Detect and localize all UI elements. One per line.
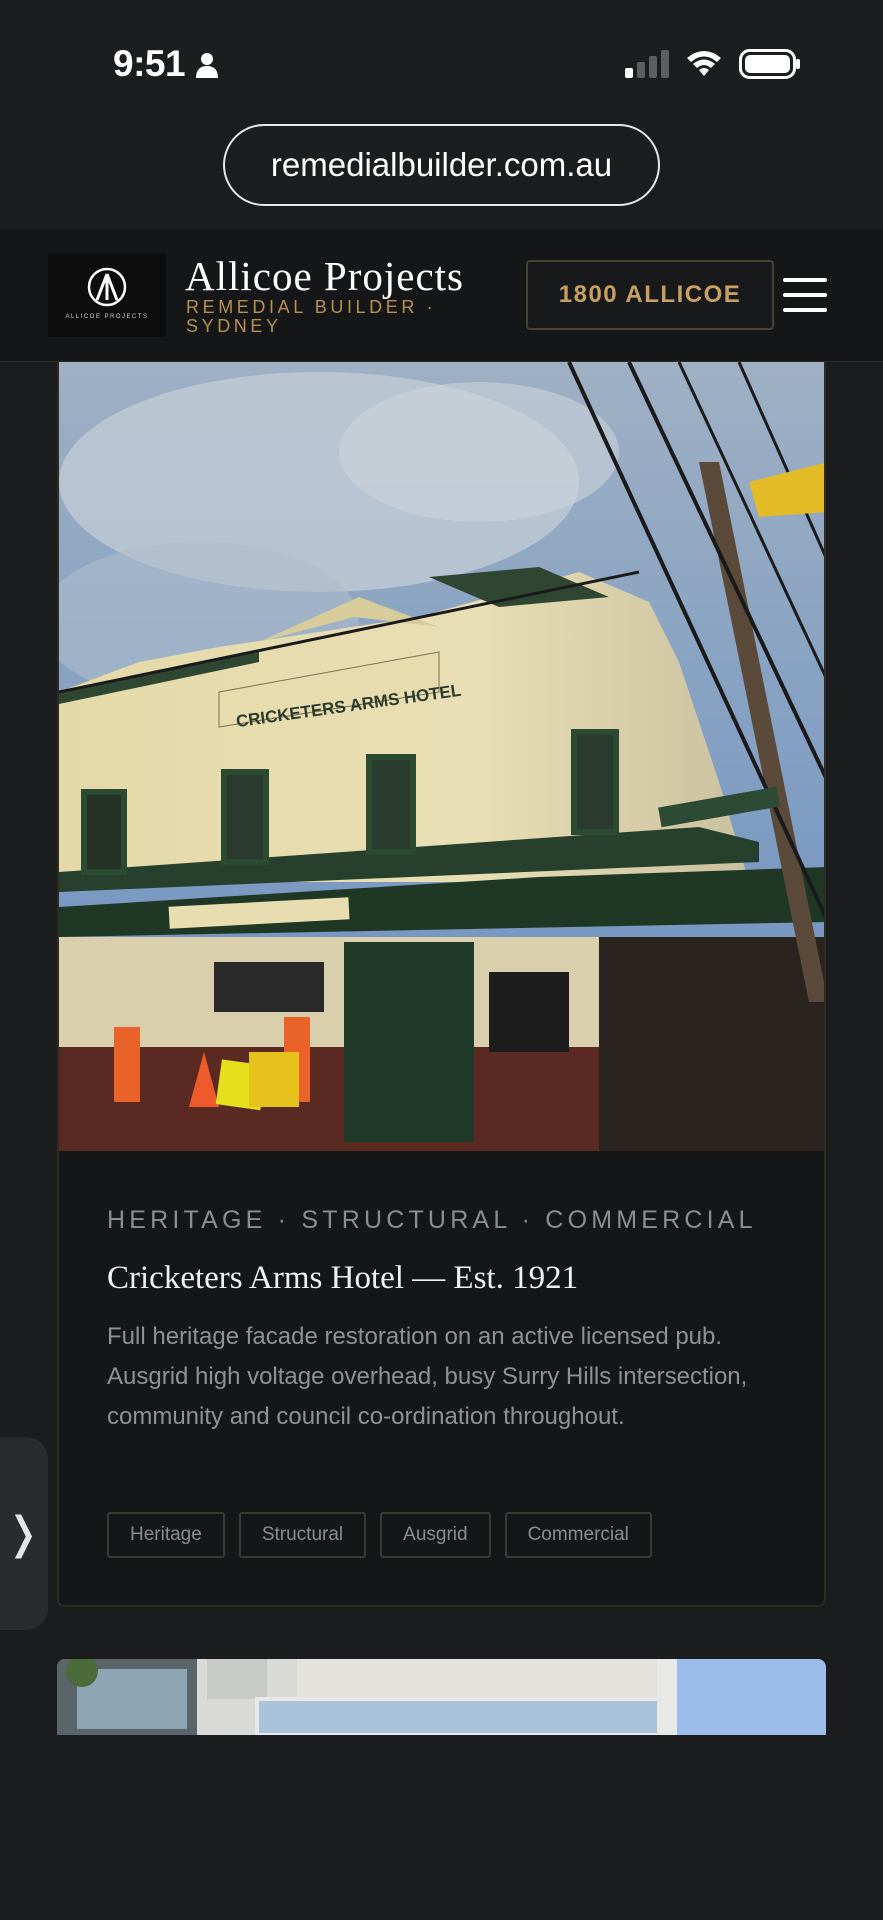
next-project-photo <box>57 1659 826 1735</box>
cellular-signal-icon <box>625 50 669 78</box>
phone-call-button[interactable]: 1800 ALLICOE <box>526 260 774 330</box>
logo-mark-icon <box>87 267 127 307</box>
project-card[interactable]: CRICKETERS ARMS HOTEL HERITAGE · STRUCTU… <box>57 362 826 1607</box>
side-drawer-tab[interactable]: ❭ <box>0 1437 48 1630</box>
logo[interactable]: ALLICOE PROJECTS <box>48 254 166 337</box>
logo-text: ALLICOE PROJECTS <box>65 314 149 320</box>
hamburger-menu-icon[interactable] <box>783 278 827 312</box>
tag-commercial[interactable]: Commercial <box>504 1512 652 1558</box>
brand-tagline: REMEDIAL BUILDER · SYDNEY <box>186 297 437 336</box>
tag-ausgrid[interactable]: Ausgrid <box>380 1512 491 1558</box>
tag-list: Heritage Structural Ausgrid Commercial <box>107 1512 652 1558</box>
site-header: ALLICOE PROJECTS Allicoe Projects REMEDI… <box>0 230 883 362</box>
bottom-safe-area <box>0 1735 883 1920</box>
next-project-card[interactable] <box>57 1659 826 1735</box>
wifi-icon <box>687 51 721 76</box>
url-bar[interactable]: remedialbuilder.com.au <box>223 124 660 206</box>
status-bar: 9:51 <box>0 0 883 120</box>
battery-icon <box>739 49 800 79</box>
project-title[interactable]: Cricketers Arms Hotel — Est. 1921 <box>107 1260 578 1297</box>
person-icon <box>196 53 218 78</box>
project-photo: CRICKETERS ARMS HOTEL <box>59 362 824 1151</box>
project-description: Full heritage facade restoration on an a… <box>107 1323 748 1430</box>
tag-heritage[interactable]: Heritage <box>107 1512 225 1558</box>
project-categories: HERITAGE · STRUCTURAL · COMMERCIAL <box>107 1206 757 1234</box>
tag-structural[interactable]: Structural <box>238 1512 367 1558</box>
chevron-right-icon: ❭ <box>4 1508 42 1559</box>
brand-name[interactable]: Allicoe Projects <box>185 252 464 300</box>
status-time: 9:51 <box>113 43 186 84</box>
